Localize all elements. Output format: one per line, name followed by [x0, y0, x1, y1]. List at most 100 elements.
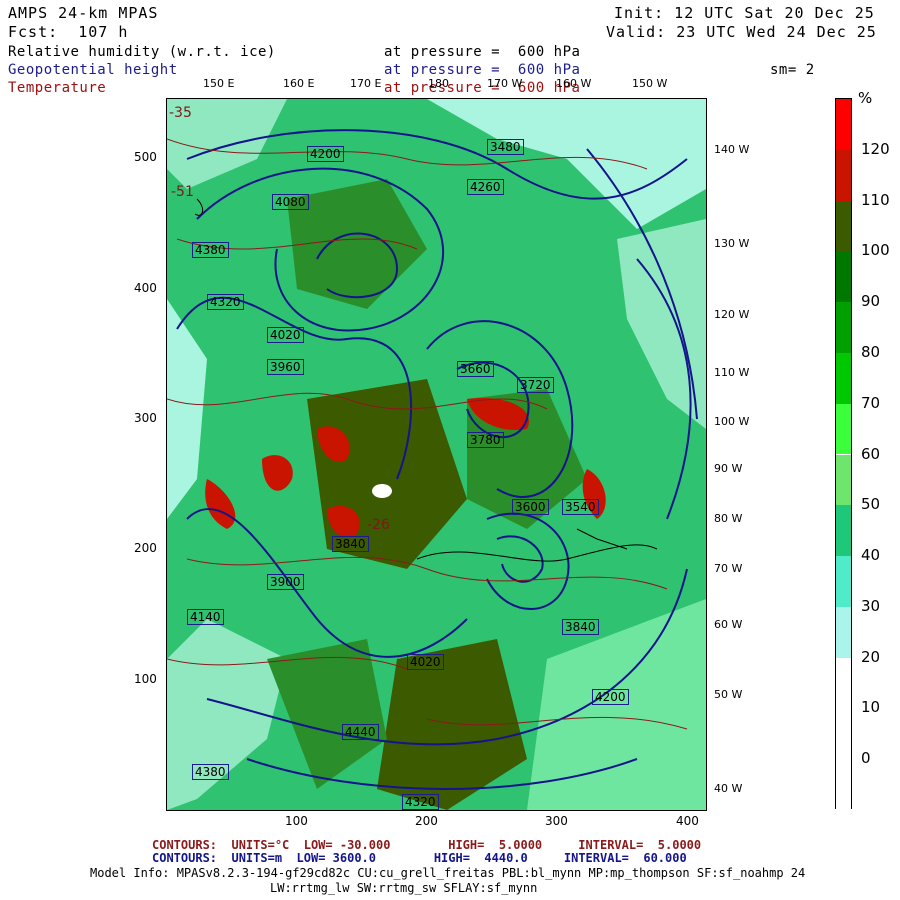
footer-temp-interval: 5.0000 — [657, 838, 702, 852]
lon-right-90w: 90 W — [714, 462, 743, 475]
footer-model-info: Model Info: MPASv8.2.3-194-gf29cd82c CU:… — [90, 866, 806, 880]
contour-label: 4380 — [192, 764, 229, 780]
temperature-label: -26 — [367, 517, 390, 533]
footer-temp-low: LOW= -30.000 — [303, 838, 391, 852]
map-panel: 4380 4200 4260 4080 4320 4020 3900 3960 … — [166, 98, 707, 811]
contour-label: 4020 — [267, 327, 304, 343]
colorbar-segment — [836, 99, 851, 150]
footer-model-info-2: LW:rrtmg_lw SW:rrtmg_sw SFLAY:sf_mynn — [270, 881, 538, 895]
contour-label: 4020 — [407, 654, 444, 670]
lon-right-80w: 80 W — [714, 512, 743, 525]
lon-right-70w: 70 W — [714, 562, 743, 575]
colorbar-tick: 100 — [861, 241, 890, 260]
temperature-label: -51 — [171, 184, 194, 200]
contour-label: 4380 — [192, 242, 229, 258]
y-tick: 200 — [134, 541, 157, 555]
lon-top-150e: 150 E — [203, 77, 235, 90]
field-height-level: at pressure = 600 hPa — [384, 62, 581, 78]
colorbar-segment — [836, 454, 851, 506]
colorbar-segment — [836, 352, 851, 404]
footer-height-low-key: LOW= — [296, 851, 326, 865]
colorbar-tick: 80 — [861, 342, 881, 361]
contour-label: 4440 — [342, 724, 379, 740]
colorbar-segment — [836, 657, 851, 709]
valid-time: Valid: 23 UTC Wed 24 Dec 25 — [606, 23, 877, 41]
colorbar-segment — [836, 556, 851, 607]
forecast-hour: Fcst: 107 h — [8, 23, 129, 41]
lon-top-170e: 170 E — [350, 77, 382, 90]
footer-temp-units: UNITS=°C — [231, 838, 290, 852]
contour-label: 4320 — [207, 294, 244, 310]
contour-label: 3720 — [517, 377, 554, 393]
lon-top-150w: 150 W — [632, 77, 668, 90]
footer-temp-key: CONTOURS: — [152, 838, 218, 852]
field-temp-name: Temperature — [8, 80, 107, 96]
colorbar-tick: 40 — [861, 546, 881, 565]
lon-right-40w: 40 W — [714, 782, 743, 795]
colorbar-segment — [836, 200, 851, 252]
contour-label: 3660 — [457, 361, 494, 377]
contour-label: 3540 — [562, 499, 599, 515]
colorbar-tick: 70 — [861, 393, 881, 412]
contour-label: 3840 — [562, 619, 599, 635]
colorbar-tick: 110 — [861, 190, 890, 209]
colorbar-segment — [836, 251, 851, 303]
colorbar-segment — [836, 759, 851, 810]
lon-right-100w: 100 W — [714, 415, 750, 428]
footer-temp-high-key: HIGH= — [448, 838, 485, 852]
temperature-label: -35 — [169, 105, 192, 121]
contour-label: 3960 — [267, 359, 304, 375]
contour-label: 4320 — [402, 794, 439, 810]
colorbar-tick: 50 — [861, 495, 881, 514]
lon-right-110w: 110 W — [714, 366, 750, 379]
footer-height-interval-key: INTERVAL= — [563, 851, 629, 865]
contour-label: 4200 — [592, 689, 629, 705]
field-temp-level: at pressure = 600 hPa — [384, 80, 581, 96]
footer-height-contours: CONTOURS: UNITS=m LOW= 3600.0 HIGH= 4440… — [152, 851, 687, 865]
y-tick: 500 — [134, 150, 157, 164]
lon-top-180: 180 — [428, 77, 449, 90]
y-tick: 300 — [134, 411, 157, 425]
colorbar-segment — [836, 505, 851, 557]
colorbar-tick: 90 — [861, 292, 881, 311]
x-tick: 200 — [415, 814, 438, 828]
lon-right-120w: 120 W — [714, 308, 750, 321]
y-tick: 100 — [134, 672, 157, 686]
colorbar-tick: 60 — [861, 444, 881, 463]
footer-temp-interval-key: INTERVAL= — [578, 838, 644, 852]
colorbar-tick: 10 — [861, 698, 881, 717]
lon-right-60w: 60 W — [714, 618, 743, 631]
x-tick: 300 — [545, 814, 568, 828]
colorbar-segment — [836, 302, 851, 353]
contour-label: 3780 — [467, 432, 504, 448]
lon-top-170w: 170 W — [487, 77, 523, 90]
contour-label: 3900 — [267, 574, 304, 590]
contour-label: 4080 — [272, 194, 309, 210]
model-title: AMPS 24-km MPAS — [8, 4, 159, 22]
colorbar-segment — [836, 708, 851, 760]
colorbar-tick: 0 — [861, 749, 871, 768]
smoothing-label: sm= 2 — [770, 62, 815, 78]
contour-label: 3840 — [332, 536, 369, 552]
lon-right-130w: 130 W — [714, 237, 750, 250]
contour-label: 3480 — [487, 139, 524, 155]
field-height-name: Geopotential height — [8, 62, 178, 78]
contour-label: 4200 — [307, 146, 344, 162]
colorbar-segment — [836, 149, 851, 201]
footer-height-units: UNITS=m — [231, 851, 283, 865]
lon-top-160e: 160 E — [283, 77, 315, 90]
colorbar-tick: 30 — [861, 596, 881, 615]
footer-height-high: 4440.0 — [484, 851, 528, 865]
footer-height-high-key: HIGH= — [433, 851, 470, 865]
footer-temperature-contours: CONTOURS: UNITS=°C LOW= -30.000 HIGH= 5.… — [152, 838, 701, 852]
field-rh-level: at pressure = 600 hPa — [384, 44, 581, 60]
contour-label: 4140 — [187, 609, 224, 625]
colorbar-unit: % — [858, 89, 873, 107]
contour-label: 4260 — [467, 179, 504, 195]
contour-label: 3600 — [512, 499, 549, 515]
lon-right-50w: 50 W — [714, 688, 743, 701]
colorbar-tick: 20 — [861, 647, 881, 666]
lon-right-140w: 140 W — [714, 143, 750, 156]
footer-temp-high: 5.0000 — [498, 838, 543, 852]
init-time: Init: 12 UTC Sat 20 Dec 25 — [614, 4, 875, 22]
